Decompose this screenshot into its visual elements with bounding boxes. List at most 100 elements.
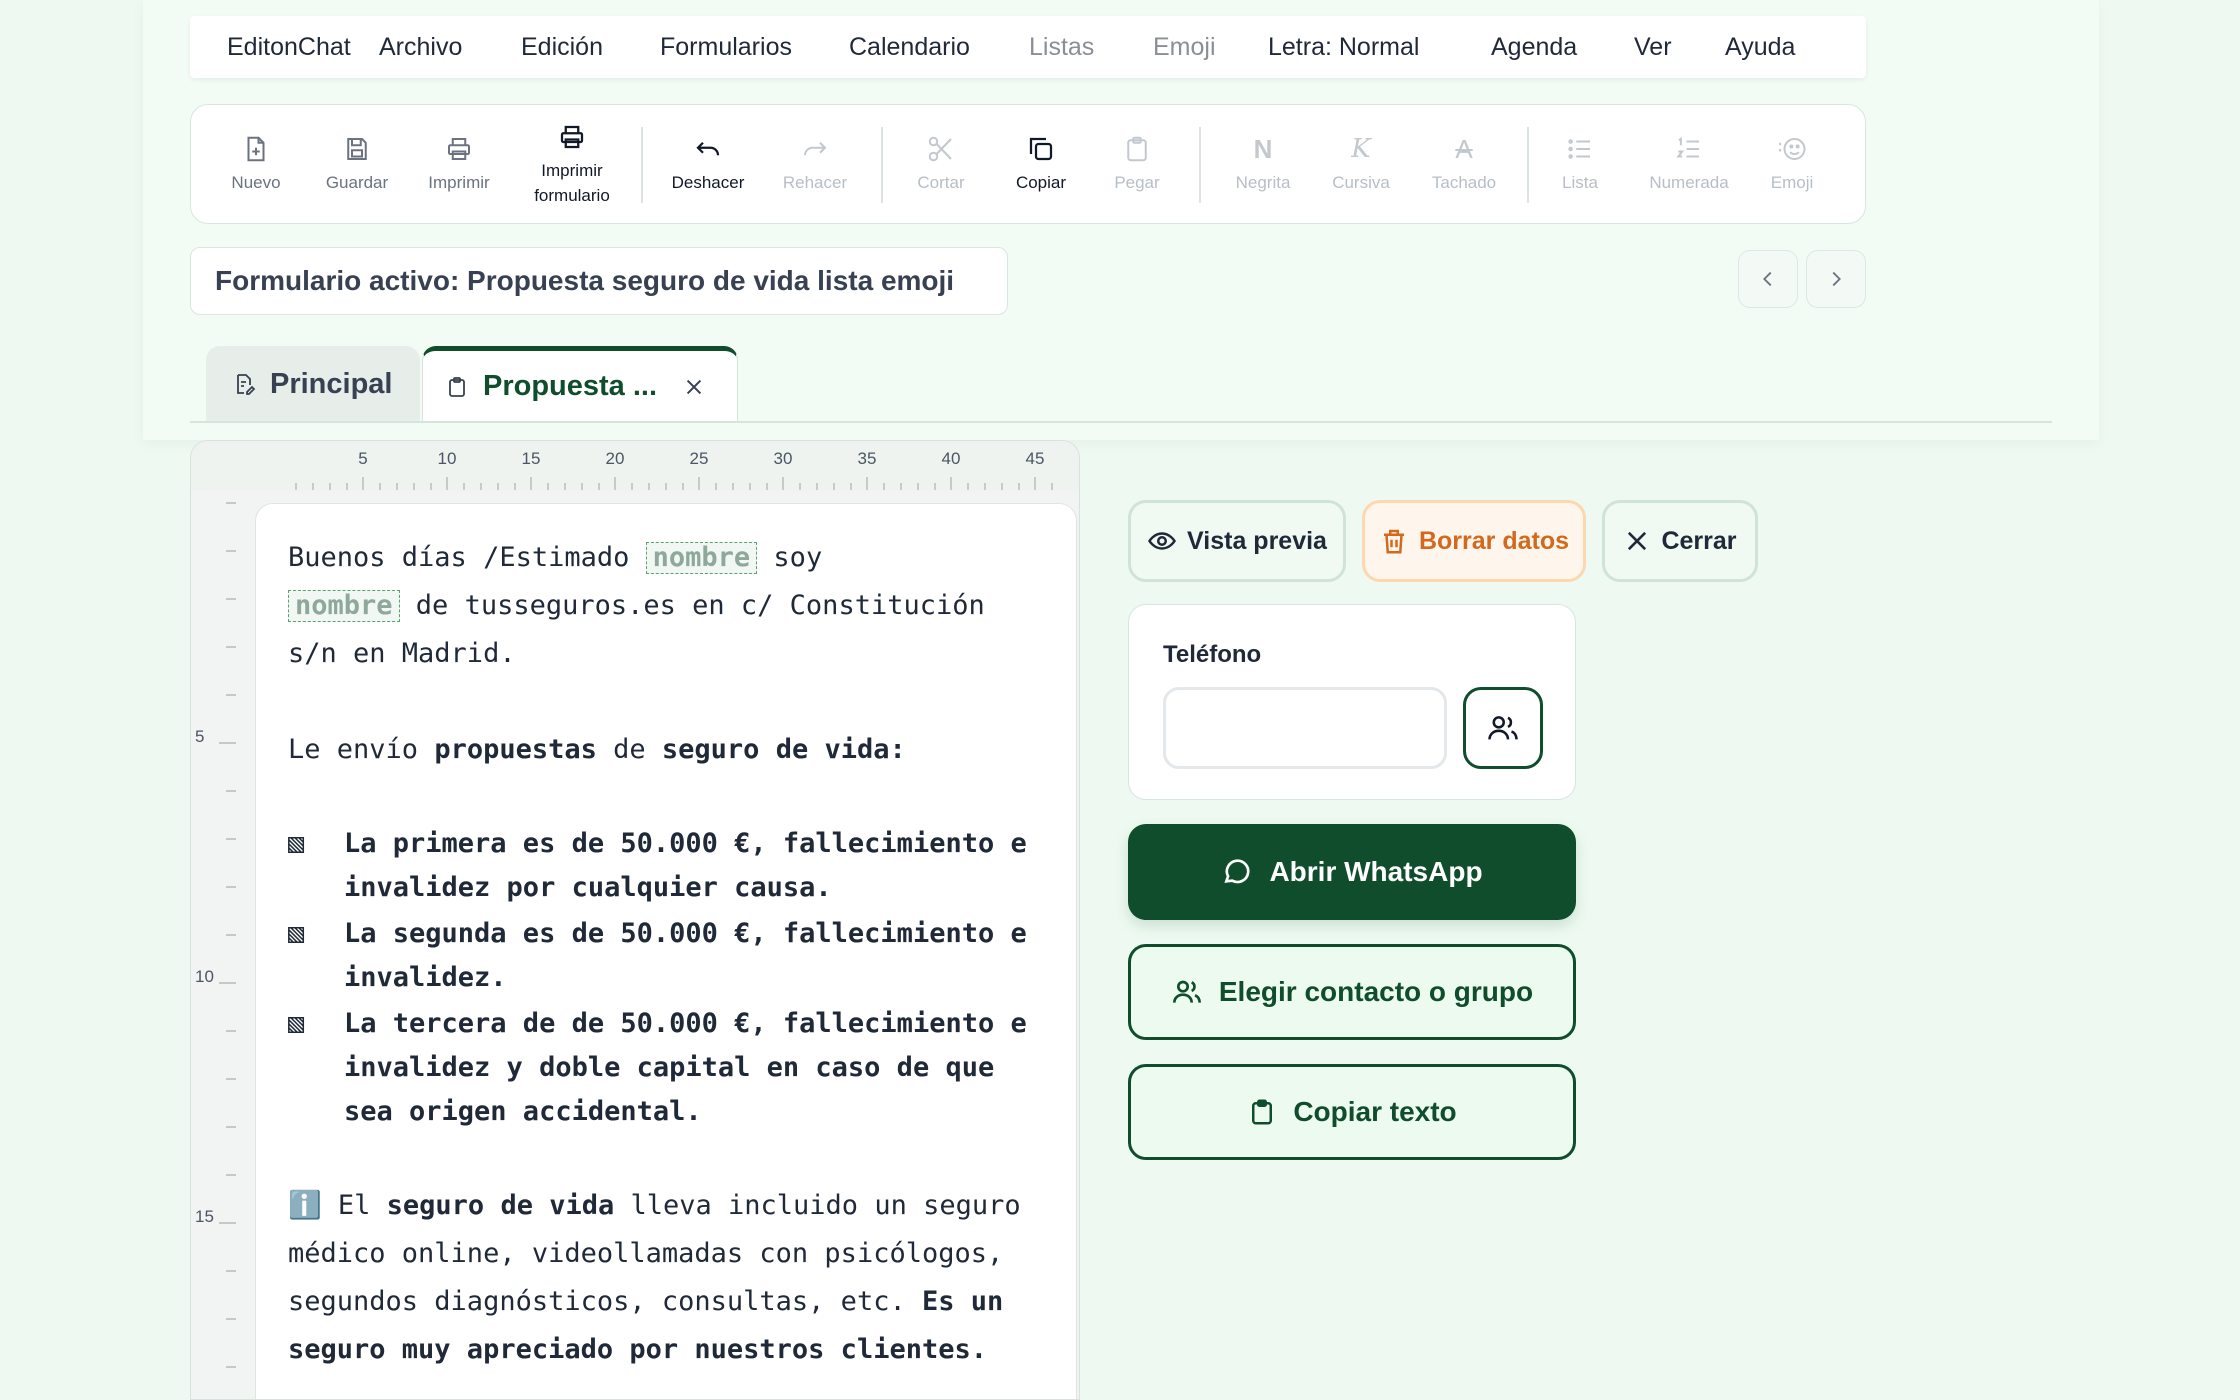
- rehacer-label: Rehacer: [782, 173, 848, 193]
- guardar-label: Guardar: [325, 173, 389, 193]
- pegar-label: Pegar: [1114, 173, 1160, 193]
- bullet-list-icon: [1568, 139, 1590, 159]
- cursiva-label: Cursiva: [1332, 173, 1390, 193]
- list-item-text: La segunda es de 50.000 €, fallecimiento…: [344, 918, 1027, 993]
- list-item: ▧ La segunda es de 50.000 €, fallecimient…: [288, 912, 1044, 1000]
- document-edit-icon: [237, 374, 256, 395]
- placeholder-tag-nombre[interactable]: nombre: [645, 542, 758, 574]
- chat-bubble-icon: [1224, 859, 1250, 884]
- tachado-button[interactable]: A Tachado: [1419, 105, 1509, 225]
- doc-paragraph: ℹ️ El seguro de vida lleva incluido un s…: [288, 1182, 1044, 1374]
- menu-bar: EditonChat Archivo Edición Formularios C…: [190, 16, 1866, 78]
- contacts-button[interactable]: [1463, 687, 1543, 769]
- phone-label: Teléfono: [1163, 641, 1262, 668]
- imprimir-formulario-label-2: formulario: [534, 186, 610, 205]
- clipboard-icon: [449, 376, 465, 397]
- new-file-icon: [247, 137, 265, 162]
- menu-edicion[interactable]: Edición: [521, 16, 603, 78]
- menu-calendario[interactable]: Calendario: [849, 16, 970, 78]
- doc-blank-line: [288, 1134, 1044, 1182]
- menu-formularios[interactable]: Formularios: [660, 16, 792, 78]
- guardar-button[interactable]: Guardar: [315, 105, 399, 225]
- toolbar-divider: [641, 127, 643, 203]
- pegar-button[interactable]: Pegar: [1099, 105, 1175, 225]
- scissors-icon: [928, 137, 952, 162]
- imprimir-formulario-button[interactable]: Imprimir formulario: [517, 105, 627, 225]
- prev-button[interactable]: [1738, 250, 1798, 308]
- numerada-button[interactable]: Numerada: [1637, 105, 1741, 225]
- negrita-label: Negrita: [1235, 173, 1291, 193]
- list-item: ▧ La primera es de 50.000 €, fallecimient…: [288, 822, 1044, 910]
- doc-blank-line: [288, 678, 1044, 726]
- placeholder-tag-nombre[interactable]: nombre: [288, 590, 400, 622]
- italic-icon: K: [1351, 134, 1371, 165]
- imprimir-button[interactable]: Imprimir: [417, 105, 501, 225]
- negrita-button[interactable]: N Negrita: [1223, 105, 1303, 225]
- menu-ver[interactable]: Ver: [1634, 16, 1672, 78]
- cerrar-button[interactable]: Cerrar: [1602, 500, 1758, 582]
- tab-propuesta-label: Propuesta ...: [483, 370, 658, 402]
- menu-archivo[interactable]: Archivo: [379, 16, 462, 78]
- lista-label: Lista: [1562, 173, 1598, 193]
- cursiva-button[interactable]: K Cursiva: [1321, 105, 1401, 225]
- menu-agenda[interactable]: Agenda: [1491, 16, 1577, 78]
- imprimir-formulario-label-1: Imprimir: [541, 160, 603, 180]
- numbered-list-icon: [1676, 137, 1699, 158]
- ruler-ticks: [219, 502, 236, 1368]
- abrir-whatsapp-button[interactable]: Abrir WhatsApp: [1128, 824, 1576, 920]
- cortar-button[interactable]: Cortar: [903, 105, 979, 225]
- toolbar: Nuevo Guardar Imprimir Imprimir formular…: [190, 104, 1866, 224]
- message-editor[interactable]: Buenos días /Estimado nombre soy nombre …: [255, 503, 1077, 1399]
- elegir-contacto-label: Elegir contacto o grupo: [1218, 976, 1534, 1007]
- deshacer-button[interactable]: Deshacer: [661, 105, 755, 225]
- elegir-contacto-button[interactable]: Elegir contacto o grupo: [1128, 944, 1576, 1040]
- eye-icon: [1148, 532, 1176, 550]
- rehacer-button[interactable]: Rehacer: [773, 105, 857, 225]
- numerada-label: Numerada: [1649, 173, 1729, 193]
- menu-ayuda[interactable]: Ayuda: [1725, 16, 1795, 78]
- doc-text: de tusseguros.es en c/ Constitución: [399, 590, 985, 621]
- tab-propuesta[interactable]: Propuesta ...: [422, 346, 738, 422]
- cerrar-label: Cerrar: [1661, 526, 1737, 555]
- doc-text: Buenos días /Estimado: [288, 542, 646, 573]
- doc-line: Le envío propuestas de seguro de vida:: [288, 726, 1044, 774]
- doc-text: Le envío: [288, 734, 435, 765]
- copiar-texto-label: Copiar texto: [1293, 1096, 1457, 1127]
- list-item-text: La tercera de de 50.000 €, fallecimiento…: [344, 1008, 1027, 1127]
- menu-emoji[interactable]: Emoji: [1153, 16, 1216, 78]
- close-icon[interactable]: [683, 376, 705, 398]
- tachado-label: Tachado: [1431, 173, 1497, 193]
- tab-principal[interactable]: Principal: [206, 346, 420, 422]
- bold-icon: N: [1253, 134, 1273, 165]
- doc-text: soy: [757, 542, 823, 573]
- doc-blank-line: [288, 774, 1044, 822]
- vista-previa-button[interactable]: Vista previa: [1128, 500, 1346, 582]
- tab-principal-label: Principal: [270, 367, 393, 400]
- bullet-mark-icon: ▧: [288, 828, 305, 859]
- bullet-mark-icon: ▧: [288, 918, 305, 949]
- emoji-button[interactable]: Emoji: [1759, 105, 1825, 225]
- info-icon: ℹ️: [288, 1190, 322, 1221]
- redo-icon: [804, 142, 827, 156]
- active-form-label: Formulario activo: Propuesta seguro de v…: [190, 247, 1008, 315]
- copiar-button[interactable]: Copiar: [1003, 105, 1079, 225]
- doc-line: Buenos días /Estimado nombre soy: [288, 534, 1044, 582]
- menu-listas[interactable]: Listas: [1029, 16, 1094, 78]
- chevron-left-icon: [1763, 271, 1772, 287]
- lista-button[interactable]: Lista: [1547, 105, 1613, 225]
- phone-input[interactable]: [1163, 687, 1447, 769]
- editor-frame: 5 10 15 20 25 30 35 40 45 5 10 15 Buenos…: [190, 440, 1080, 1400]
- chevron-right-icon: [1832, 271, 1841, 287]
- trash-icon: [1383, 529, 1404, 554]
- horizontal-ruler: 5 10 15 20 25 30 35 40 45: [191, 441, 1079, 491]
- doc-text-bold: seguro de vida: [386, 1190, 615, 1221]
- next-button[interactable]: [1806, 250, 1866, 308]
- copiar-texto-button[interactable]: Copiar texto: [1128, 1064, 1576, 1160]
- menu-letra[interactable]: Letra: Normal: [1268, 16, 1419, 78]
- nuevo-button[interactable]: Nuevo: [221, 105, 291, 225]
- borrar-datos-button[interactable]: Borrar datos: [1362, 500, 1586, 582]
- copiar-label: Copiar: [1015, 173, 1067, 193]
- nuevo-label: Nuevo: [231, 173, 281, 193]
- phone-card: Teléfono: [1128, 604, 1576, 800]
- emoji-icon: [1779, 138, 1806, 161]
